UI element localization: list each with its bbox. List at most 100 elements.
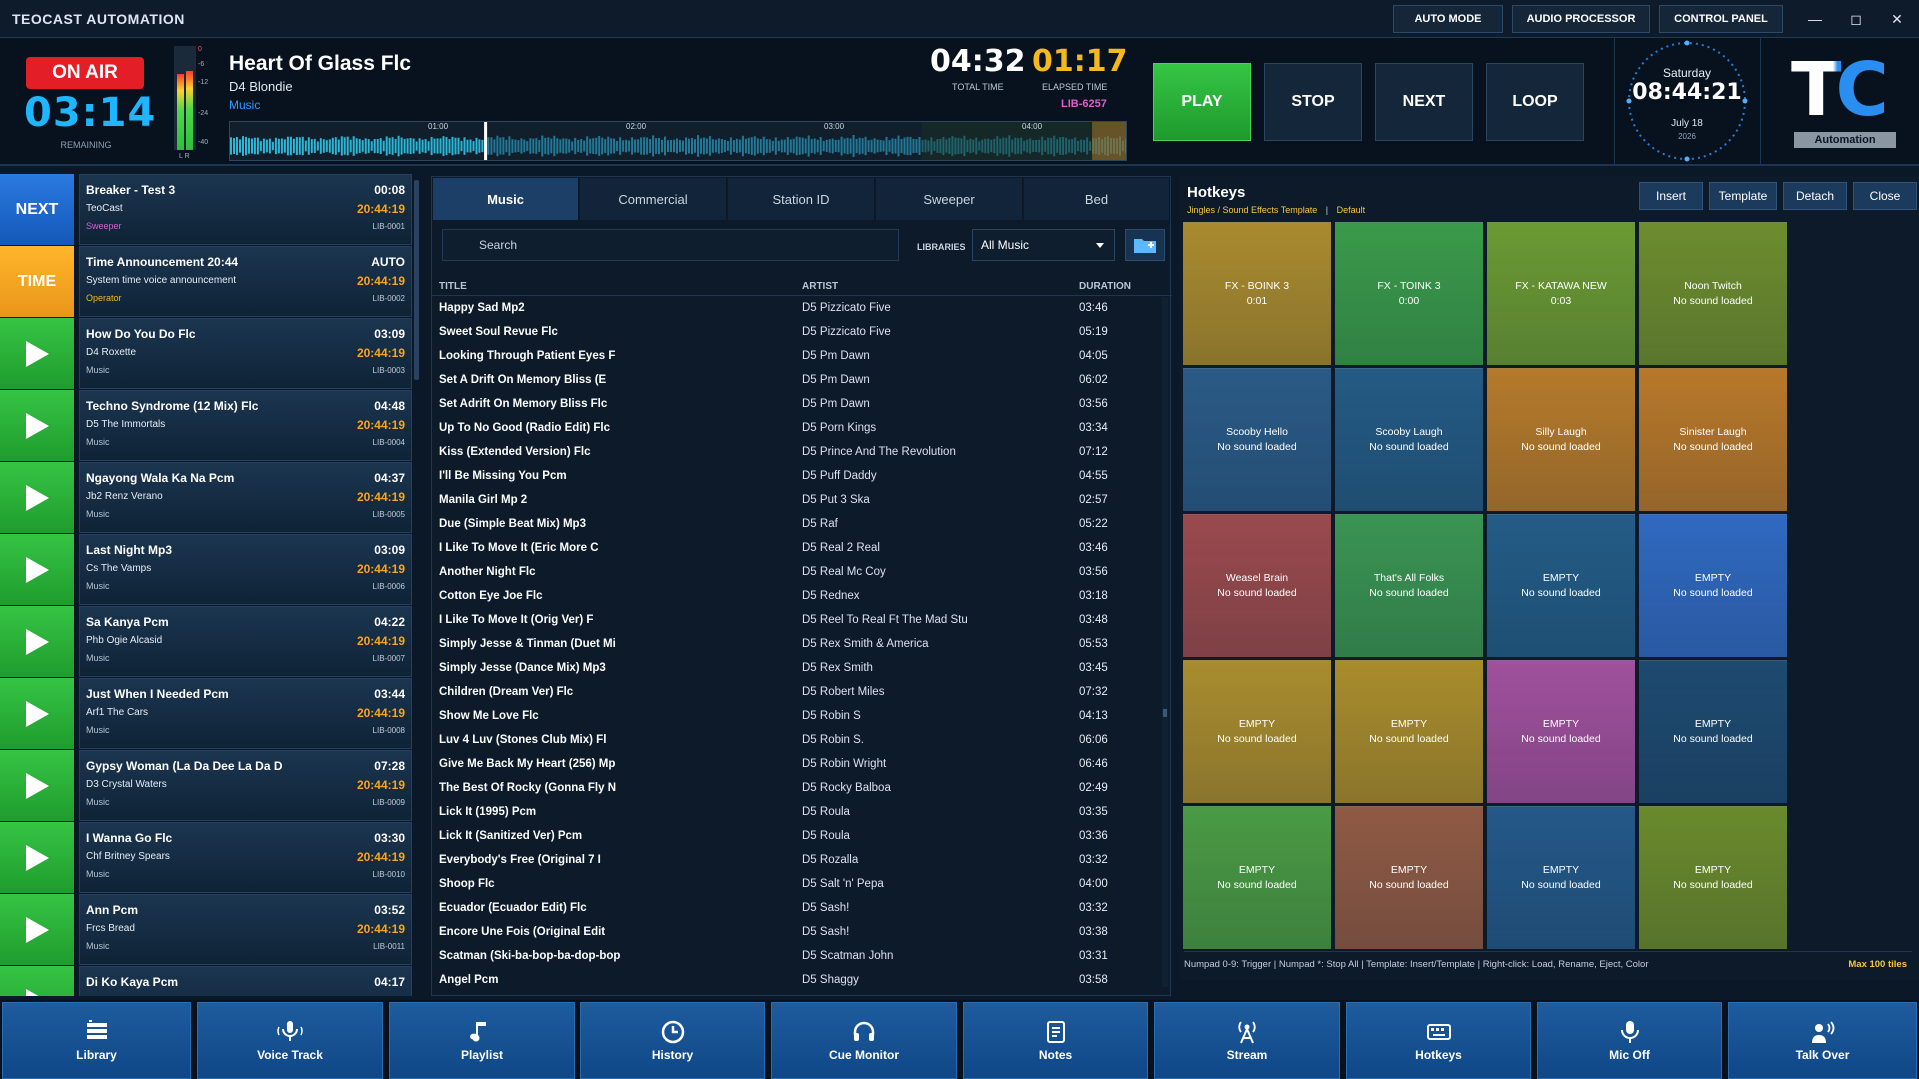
playlist-item[interactable]: Ngayong Wala Ka Na Pcm Jb2 Renz Verano Mus… [0,462,420,534]
hotkey-tile[interactable]: FX - KATAWA NEW 0:03 [1487,222,1635,365]
playlist-item[interactable]: Gypsy Woman (La Da Dee La Da D D3 Crystal… [0,750,420,822]
hotkey-tile[interactable]: Weasel Brain No sound loaded [1183,514,1331,657]
hotkey-tile[interactable]: EMPTY No sound loaded [1487,660,1635,803]
library-row[interactable]: Everybody's Free (Original 7 I D5 Rozalla… [432,849,1162,873]
nav-notes[interactable]: Notes [963,1002,1148,1079]
playlist-item[interactable]: How Do You Do Flc D4 Roxette Music 03:09 20:… [0,318,420,390]
hotkey-tile[interactable]: Scooby Hello No sound loaded [1183,368,1331,511]
library-row[interactable]: Angel Pcm D5 Shaggy 03:58 [432,969,1162,993]
playlist-item[interactable]: Techno Syndrome (12 Mix) Flc D5 The Immor… [0,390,420,462]
hotkey-tile[interactable]: EMPTY No sound loaded [1183,660,1331,803]
hotkey-tile[interactable]: Sinister Laugh No sound loaded [1639,368,1787,511]
library-row[interactable]: Simply Jesse (Dance Mix) Mp3 D5 Rex Smith… [432,657,1162,681]
library-row[interactable]: Due (Simple Beat Mix) Mp3 D5 Raf 05:22 [432,513,1162,537]
playhead-marker[interactable] [484,122,488,161]
tab-station-id[interactable]: Station ID [728,178,875,220]
col-duration[interactable]: DURATION [1079,281,1131,292]
library-row[interactable]: Ecuador (Ecuador Edit) Flc D5 Sash! 03:32 [432,897,1162,921]
playlist-item[interactable]: Just When I Needed Pcm Arf1 The Cars Music… [0,678,420,750]
loop-button[interactable]: LOOP [1486,63,1584,141]
waveform-seekbar[interactable]: 01:00 02:00 03:00 04:00 [229,121,1127,161]
hotkey-tile[interactable]: EMPTY No sound loaded [1183,806,1331,949]
library-row[interactable]: Encore Une Fois (Original Edit D5 Sash! 03… [432,921,1162,945]
library-row[interactable]: I'll Be Missing You Pcm D5 Puff Daddy 04:5… [432,465,1162,489]
play-item-button[interactable] [0,318,74,389]
nav-library[interactable]: Library [2,1002,191,1079]
playlist-item-body[interactable]: Breaker - Test 3 TeoCast Sweeper 00:08 20:44… [79,174,412,245]
library-row[interactable]: Scatman (Ski-ba-bop-ba-dop-bop D5 Scatman… [432,945,1162,969]
library-row[interactable]: Lick It (1995) Pcm D5 Roula 03:35 [432,801,1162,825]
library-row[interactable]: The Best Of Rocky (Gonna Fly N D5 Rocky B… [432,777,1162,801]
play-item-button[interactable] [0,678,74,749]
playlist-item-body[interactable]: Time Announcement 20:44 System time voice… [79,246,412,317]
library-row[interactable]: Set A Drift On Memory Bliss (E D5 Pm Dawn… [432,369,1162,393]
library-row[interactable]: I Like To Move It (Eric More C D5 Real 2 … [432,537,1162,561]
library-row[interactable]: Up To No Good (Radio Edit) Flc D5 Porn Ki… [432,417,1162,441]
auto-mode-button[interactable]: AUTO MODE [1393,5,1503,33]
hotkey-tile[interactable]: Silly Laugh No sound loaded [1487,368,1635,511]
nav-playlist[interactable]: Playlist [389,1002,575,1079]
hotkey-tile[interactable]: EMPTY No sound loaded [1639,806,1787,949]
hotkey-tile[interactable]: That's All Folks No sound loaded [1335,514,1483,657]
library-row[interactable]: Happy Sad Mp2 D5 Pizzicato Five 03:46 [432,297,1162,321]
hotkey-tile[interactable]: EMPTY No sound loaded [1335,660,1483,803]
nav-hotkeys[interactable]: Hotkeys [1346,1002,1531,1079]
library-row[interactable]: Looking Through Patient Eyes F D5 Pm Dawn… [432,345,1162,369]
maximize-icon[interactable]: ◻ [1836,0,1876,38]
detach-button[interactable]: Detach [1783,182,1847,210]
stop-button[interactable]: STOP [1264,63,1362,141]
playlist-item[interactable]: Sa Kanya Pcm Phb Ogie Alcasid Music 04:22 20… [0,606,420,678]
next-button[interactable]: NEXT [1375,63,1473,141]
library-row[interactable]: Give Me Back My Heart (256) Mp D5 Robin W… [432,753,1162,777]
library-scrollbar-thumb[interactable] [1163,709,1167,717]
library-row[interactable]: Set Adrift On Memory Bliss Flc D5 Pm Dawn… [432,393,1162,417]
open-folder-button[interactable] [1125,229,1165,261]
hotkey-tile[interactable]: EMPTY No sound loaded [1487,806,1635,949]
control-panel-button[interactable]: CONTROL PANEL [1659,5,1783,33]
library-row[interactable]: Show Me Love Flc D5 Robin S 04:13 [432,705,1162,729]
next-cue-button[interactable]: NEXT [0,174,74,245]
playlist-item-body[interactable]: Just When I Needed Pcm Arf1 The Cars Music… [79,678,412,749]
nav-cue-monitor[interactable]: Cue Monitor [771,1002,957,1079]
play-item-button[interactable] [0,606,74,677]
library-row[interactable]: Lick It (Sanitized Ver) Pcm D5 Roula 03:36 [432,825,1162,849]
hotkey-tile[interactable]: EMPTY No sound loaded [1335,806,1483,949]
playlist-item[interactable]: Ann Pcm Frcs Bread Music 03:52 20:44:19 LIB-0… [0,894,420,966]
library-row[interactable]: I Like To Move It (Orig Ver) F D5 Reel To… [432,609,1162,633]
playlist-item-body[interactable]: Ngayong Wala Ka Na Pcm Jb2 Renz Verano Mus… [79,462,412,533]
hotkey-tile[interactable]: Scooby Laugh No sound loaded [1335,368,1483,511]
playlist-item-body[interactable]: I Wanna Go Flc Chf Britney Spears Music 03:… [79,822,412,893]
tab-commercial[interactable]: Commercial [580,178,727,220]
hotkey-tile[interactable]: Noon Twitch No sound loaded [1639,222,1787,365]
play-item-button[interactable] [0,750,74,821]
play-button[interactable]: PLAY [1153,63,1251,141]
playlist-item[interactable]: I Wanna Go Flc Chf Britney Spears Music 03:… [0,822,420,894]
play-item-button[interactable] [0,966,74,996]
play-item-button[interactable] [0,462,74,533]
library-row[interactable]: Sweet Soul Revue Flc D5 Pizzicato Five 05:… [432,321,1162,345]
playlist-item[interactable]: Di Ko Kaya Pcm 04:17 [0,966,420,996]
tab-sweeper[interactable]: Sweeper [876,178,1023,220]
playlist-item-body[interactable]: Last Night Mp3 Cs The Vamps Music 03:09 20:4… [79,534,412,605]
library-row[interactable]: Cotton Eye Joe Flc D5 Rednex 03:18 [432,585,1162,609]
library-row[interactable]: Manila Girl Mp 2 D5 Put 3 Ska 02:57 [432,489,1162,513]
search-input[interactable] [442,229,899,261]
nav-stream[interactable]: Stream [1154,1002,1340,1079]
library-row[interactable]: Children (Dream Ver) Flc D5 Robert Miles 0… [432,681,1162,705]
library-row[interactable]: Simply Jesse & Tinman (Duet Mi D5 Rex Smi… [432,633,1162,657]
playlist-scrollbar[interactable] [414,180,419,380]
playlist-item-body[interactable]: Sa Kanya Pcm Phb Ogie Alcasid Music 04:22 20… [79,606,412,677]
playlist-item[interactable]: TIME Time Announcement 20:44 System time v… [0,246,420,318]
library-row[interactable]: Kiss (Extended Version) Flc D5 Prince And… [432,441,1162,465]
hotkey-tile[interactable]: EMPTY No sound loaded [1639,660,1787,803]
play-item-button[interactable] [0,894,74,965]
close-icon[interactable]: ✕ [1877,0,1917,38]
nav-history[interactable]: History [580,1002,765,1079]
insert-button[interactable]: Insert [1639,182,1703,210]
libraries-select[interactable]: All Music [972,229,1115,261]
play-item-button[interactable] [0,534,74,605]
time-button[interactable]: TIME [0,246,74,317]
audio-processor-button[interactable]: AUDIO PROCESSOR [1512,5,1650,33]
nav-mic-off[interactable]: Mic Off [1537,1002,1722,1079]
playlist-item[interactable]: NEXT Breaker - Test 3 TeoCast Sweeper 00:08 2… [0,174,420,246]
